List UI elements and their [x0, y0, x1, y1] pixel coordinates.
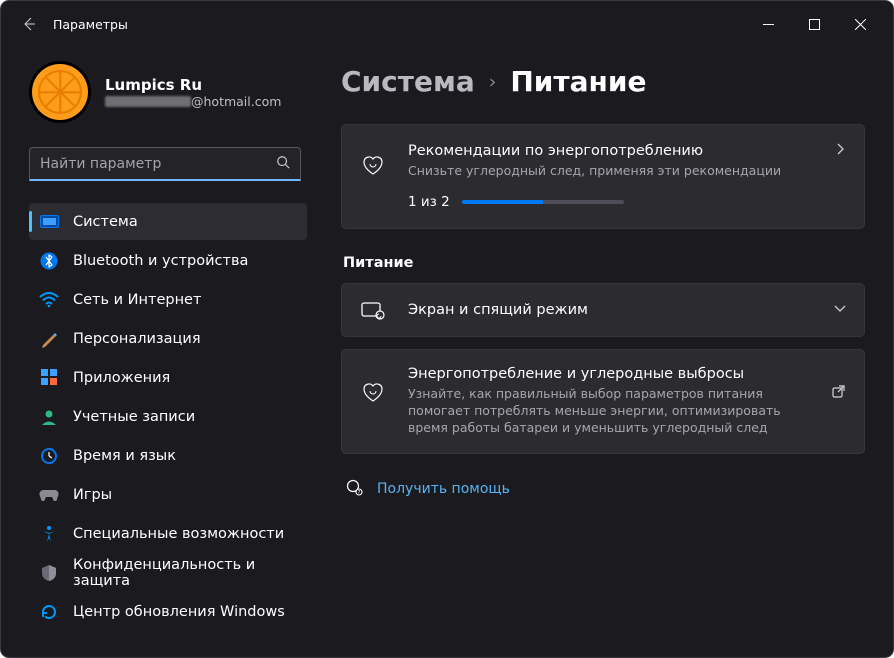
nav-item-accounts[interactable]: Учетные записи	[29, 398, 307, 435]
nav-label: Учетные записи	[73, 409, 195, 425]
window-title: Параметры	[53, 17, 128, 32]
email-redacted	[105, 96, 191, 107]
nav-item-time[interactable]: Время и язык	[29, 437, 307, 474]
chevron-right-icon	[834, 143, 846, 159]
maximize-icon	[809, 19, 820, 30]
chevron-right-icon: ›	[489, 71, 497, 93]
leaf-heart-icon	[358, 380, 388, 404]
progress-bar	[462, 200, 624, 204]
screen-sleep-icon	[358, 300, 388, 320]
card-title: Рекомендации по энергопотреблению	[408, 143, 814, 159]
svg-text:?: ?	[358, 490, 361, 496]
nav-item-gaming[interactable]: Игры	[29, 476, 307, 513]
card-subtitle: Снизьте углеродный след, применяя эти ре…	[408, 163, 814, 180]
nav-label: Система	[73, 214, 138, 230]
open-external-icon	[831, 384, 846, 403]
maximize-button[interactable]	[791, 8, 837, 40]
nav-item-network[interactable]: Сеть и Интернет	[29, 281, 307, 318]
nav-item-system[interactable]: Система	[29, 203, 307, 240]
minimize-icon	[763, 19, 774, 30]
breadcrumb-current: Питание	[510, 65, 646, 98]
update-icon	[39, 602, 59, 622]
wifi-icon	[39, 290, 59, 310]
close-button[interactable]	[837, 8, 883, 40]
nav-item-personalization[interactable]: Персонализация	[29, 320, 307, 357]
nav-label: Конфиденциальность и защита	[73, 557, 297, 589]
search-icon	[276, 155, 290, 173]
card-subtitle: Узнайте, как правильный выбор параметров…	[408, 386, 811, 437]
section-heading: Питание	[343, 255, 865, 271]
bluetooth-icon	[39, 251, 59, 271]
card-title: Экран и спящий режим	[408, 302, 814, 318]
accessibility-icon	[39, 524, 59, 544]
close-icon	[855, 19, 866, 30]
back-button[interactable]	[11, 6, 47, 42]
settings-window: Параметры Lumpics Ru	[0, 0, 894, 658]
help-icon: ?	[345, 478, 363, 500]
titlebar: Параметры	[1, 1, 893, 47]
nav-item-update[interactable]: Центр обновления Windows	[29, 593, 307, 630]
card-energy-carbon[interactable]: Энергопотребление и углеродные выбросы У…	[341, 349, 865, 454]
window-controls	[745, 8, 883, 40]
main-content: Система › Питание Рекомендации по энерго…	[321, 47, 893, 657]
shield-icon	[39, 563, 59, 583]
breadcrumb-parent[interactable]: Система	[341, 65, 475, 98]
paint-icon	[39, 329, 59, 349]
nav-item-bluetooth[interactable]: Bluetooth и устройства	[29, 242, 307, 279]
clock-icon	[39, 446, 59, 466]
nav-label: Bluetooth и устройства	[73, 253, 248, 269]
monitor-icon	[39, 212, 59, 232]
progress-label: 1 из 2	[408, 194, 450, 210]
nav-item-accessibility[interactable]: Специальные возможности	[29, 515, 307, 552]
breadcrumb: Система › Питание	[341, 65, 865, 98]
profile-block[interactable]: Lumpics Ru @hotmail.com	[29, 61, 315, 123]
nav-label: Центр обновления Windows	[73, 604, 285, 620]
user-name: Lumpics Ru	[105, 76, 281, 94]
progress-fill	[462, 200, 543, 204]
nav-item-privacy[interactable]: Конфиденциальность и защита	[29, 554, 307, 591]
card-screen-sleep[interactable]: Экран и спящий режим	[341, 283, 865, 337]
chevron-down-icon	[834, 302, 846, 318]
apps-icon	[39, 368, 59, 388]
search-box[interactable]	[29, 147, 301, 181]
search-input[interactable]	[40, 156, 276, 172]
nav-list: Система Bluetooth и устройства Сеть и Ин…	[29, 203, 307, 630]
progress-row: 1 из 2	[408, 194, 814, 210]
nav-label: Время и язык	[73, 448, 176, 464]
help-row[interactable]: ? Получить помощь	[341, 478, 865, 500]
accounts-icon	[39, 407, 59, 427]
nav-label: Специальные возможности	[73, 526, 284, 542]
minimize-button[interactable]	[745, 8, 791, 40]
user-email: @hotmail.com	[105, 94, 281, 109]
sidebar: Lumpics Ru @hotmail.com Система	[1, 47, 321, 657]
nav-item-apps[interactable]: Приложения	[29, 359, 307, 396]
nav-label: Персонализация	[73, 331, 201, 347]
leaf-heart-icon	[358, 153, 388, 177]
arrow-left-icon	[21, 16, 37, 32]
gamepad-icon	[39, 485, 59, 505]
nav-label: Сеть и Интернет	[73, 292, 201, 308]
avatar	[29, 61, 91, 123]
card-title: Энергопотребление и углеродные выбросы	[408, 366, 811, 382]
help-link[interactable]: Получить помощь	[377, 481, 510, 497]
nav-label: Игры	[73, 487, 112, 503]
nav-label: Приложения	[73, 370, 170, 386]
card-energy-recommendations[interactable]: Рекомендации по энергопотреблению Снизьт…	[341, 124, 865, 229]
